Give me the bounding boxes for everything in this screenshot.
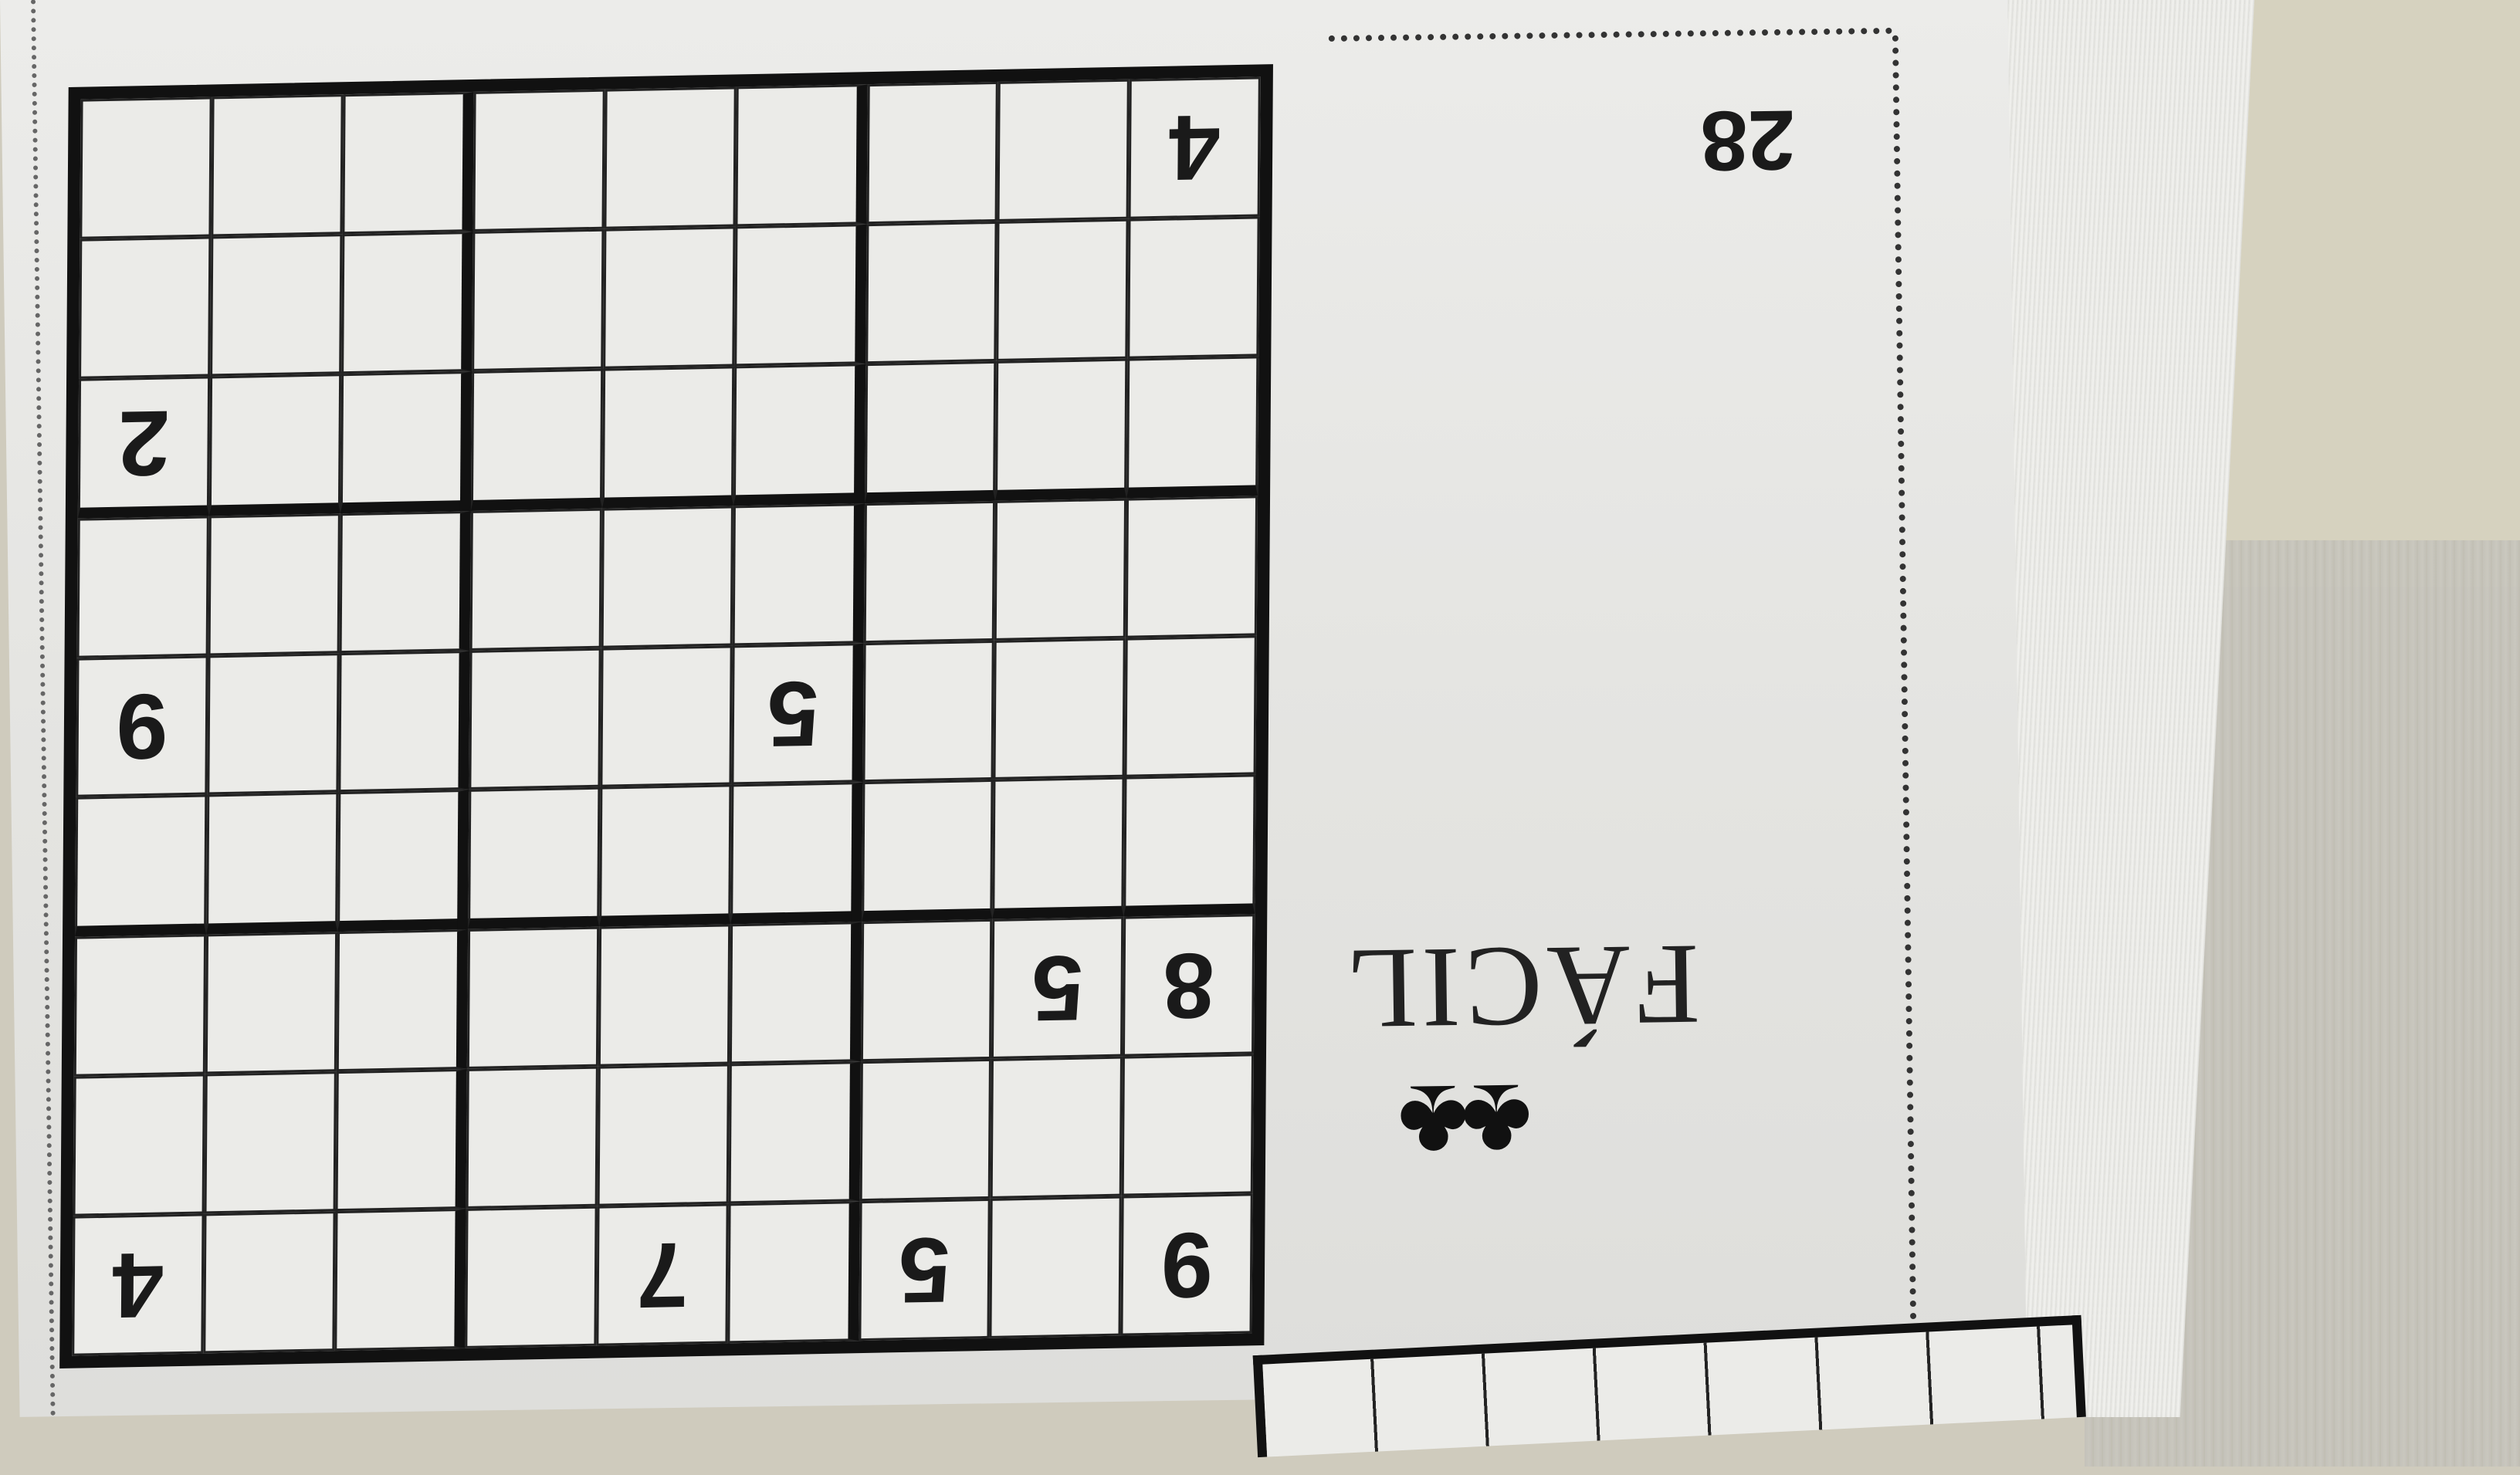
next-puzzle-grid-edge xyxy=(1252,1314,2086,1458)
sudoku-cell: 5 xyxy=(859,1198,991,1341)
sudoku-cell xyxy=(79,236,212,379)
sudoku-cell xyxy=(864,360,997,503)
sudoku-cell xyxy=(336,929,469,1072)
sudoku-cell xyxy=(73,934,206,1077)
page-border-top xyxy=(1328,27,1892,42)
sudoku-cell xyxy=(1126,496,1258,638)
sudoku-cell xyxy=(729,922,862,1064)
sudoku-cell xyxy=(204,1071,337,1214)
sudoku-cell xyxy=(996,218,1129,361)
sudoku-cell xyxy=(1123,774,1256,917)
sudoku-cell xyxy=(80,96,212,239)
sudoku-cell xyxy=(76,516,209,658)
page-border-left xyxy=(30,0,56,1417)
sudoku-cell xyxy=(472,89,605,232)
sudoku-cell xyxy=(734,224,867,367)
sudoku-cell xyxy=(205,792,338,935)
sudoku-cell xyxy=(735,84,868,227)
sudoku-cell xyxy=(468,787,601,930)
difficulty-title: FÁCIL xyxy=(1340,920,1701,1054)
sudoku-cell xyxy=(598,924,731,1067)
sudoku-cell: 4 xyxy=(1128,76,1261,219)
sudoku-cell xyxy=(597,1064,730,1206)
sudoku-cell xyxy=(472,228,605,371)
sudoku-cell xyxy=(866,81,999,225)
sudoku-cell xyxy=(1121,1054,1255,1196)
sudoku-cell xyxy=(862,640,995,783)
sudoku-cell: 2 xyxy=(77,376,210,519)
sudoku-cell xyxy=(859,1059,992,1202)
sudoku-cell xyxy=(992,777,1125,920)
sudoku-cell xyxy=(337,650,470,793)
sudoku-cell xyxy=(733,363,865,506)
sudoku-cell: 5 xyxy=(991,916,1124,1060)
sudoku-cell: 4 xyxy=(72,1213,205,1356)
sudoku-cell xyxy=(209,234,342,377)
sudoku-cell xyxy=(211,94,344,237)
sudoku-cell xyxy=(732,502,865,645)
page-border-right xyxy=(1892,35,1918,1394)
sudoku-cell xyxy=(471,368,604,511)
sudoku-cell xyxy=(340,231,473,374)
sudoku-cell xyxy=(603,226,736,369)
sudoku-cell xyxy=(600,644,733,788)
sudoku-cell xyxy=(337,790,469,932)
sudoku-cell xyxy=(75,794,208,938)
sudoku-cell xyxy=(730,782,863,925)
sudoku-cell xyxy=(604,86,737,229)
sudoku-cell xyxy=(997,79,1130,222)
sudoku-cell xyxy=(1126,356,1259,499)
sudoku-cell xyxy=(207,652,340,795)
sudoku-cell: 9 xyxy=(1120,1193,1253,1336)
sudoku-cell xyxy=(465,1206,598,1348)
sudoku-cell xyxy=(865,221,998,364)
sudoku-cell xyxy=(860,919,993,1062)
sudoku-cell: 9 xyxy=(76,655,208,798)
sudoku-grid: 9574855924 xyxy=(59,64,1273,1368)
sudoku-cell: 7 xyxy=(596,1203,729,1346)
sudoku-cell xyxy=(602,366,735,509)
sudoku-cell: 8 xyxy=(1123,914,1255,1057)
sudoku-cell xyxy=(861,780,994,922)
sudoku-cell xyxy=(989,1196,1122,1338)
sudoku-cell xyxy=(991,1056,1123,1199)
sudoku-cell xyxy=(341,91,475,235)
sudoku-cell xyxy=(208,373,341,516)
sudoku-cell xyxy=(205,932,337,1074)
sudoku-cell xyxy=(469,648,601,790)
sudoku-cell xyxy=(601,506,733,648)
sudoku-cell: 5 xyxy=(731,642,864,785)
sudoku-cell xyxy=(340,370,472,513)
page-number: 28 xyxy=(1699,92,1796,189)
sudoku-cell xyxy=(599,784,732,928)
sudoku-cell xyxy=(728,1061,861,1204)
sudoku-cell xyxy=(469,508,603,651)
sudoku-cell xyxy=(339,510,472,653)
sudoku-cell xyxy=(995,358,1128,501)
book-page: 28 FÁCIL ♣♣ 9574855924 xyxy=(0,0,2086,1458)
sudoku-cell xyxy=(467,927,600,1070)
sudoku-cell xyxy=(863,500,996,643)
sudoku-puzzle: 9574855924 xyxy=(59,64,1273,1368)
sudoku-cell xyxy=(466,1066,598,1209)
sudoku-cell xyxy=(203,1211,336,1354)
sudoku-cell xyxy=(334,1209,466,1352)
sudoku-cell xyxy=(335,1069,468,1212)
sudoku-cell xyxy=(73,1074,205,1216)
sudoku-cell xyxy=(994,498,1127,641)
sudoku-cell xyxy=(1127,216,1260,359)
sudoku-cell xyxy=(1124,634,1257,778)
sudoku-cell xyxy=(208,513,340,656)
sudoku-cell xyxy=(993,638,1126,780)
sudoku-cell xyxy=(727,1201,860,1344)
clubs-icon: ♣♣ xyxy=(1404,1061,1533,1185)
